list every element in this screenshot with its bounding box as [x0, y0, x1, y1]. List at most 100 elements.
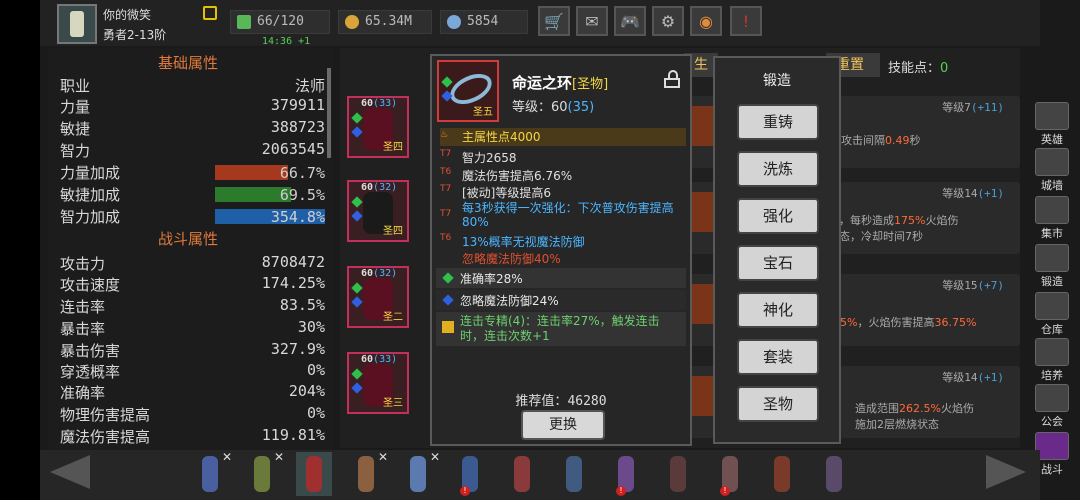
- hero-portrait[interactable]: !: [608, 452, 644, 496]
- mail-button[interactable]: ✉: [576, 6, 608, 36]
- equip-tag: 圣四: [383, 226, 403, 237]
- nav-label: 集市: [1041, 227, 1063, 240]
- replace-button[interactable]: 更换: [521, 410, 605, 440]
- forge-title: 锻造: [763, 73, 791, 89]
- stat-label: 智力加成: [60, 208, 121, 226]
- nav-train[interactable]: 培养: [1024, 338, 1080, 382]
- skill-level-value: 等级15: [942, 279, 978, 292]
- hero-portrait[interactable]: [816, 452, 852, 496]
- event-icon: !: [742, 11, 750, 31]
- gamepad-icon: 🎮: [620, 11, 640, 31]
- edit-name-icon[interactable]: [203, 6, 217, 20]
- equip-tag: 圣三: [383, 398, 403, 409]
- hero-portrait[interactable]: ✕: [348, 450, 388, 496]
- stat-label: 智力: [60, 142, 91, 160]
- skill-desc-highlight: 5%: [840, 316, 858, 329]
- player-name: 你的微笑: [103, 8, 152, 22]
- wheel-button[interactable]: ◉: [690, 6, 722, 36]
- stat-value: 204%: [288, 382, 325, 400]
- blue-gem-icon: [351, 296, 363, 308]
- equipment-slot[interactable]: 60(33) 圣三: [347, 352, 409, 414]
- set-bonus: 连击专精(4)：连击率27%，触发连击时，连击次数+1: [436, 312, 686, 346]
- hero-portrait[interactable]: ✕: [400, 450, 440, 496]
- nav-label: 英雄: [1041, 133, 1063, 146]
- energy-box: 66/120: [230, 10, 330, 34]
- enhance-button[interactable]: 强化: [737, 198, 819, 234]
- stat-row: 穿透概率 0%: [60, 361, 325, 383]
- alert-icon: !: [616, 486, 626, 496]
- skill-desc-highlight: 175%: [894, 214, 926, 227]
- stat-value: 174.25%: [261, 274, 325, 292]
- hero-figure: [202, 456, 218, 492]
- relic-button[interactable]: 圣物: [737, 386, 819, 422]
- stat-row: 智力 2063545: [60, 140, 325, 162]
- settings-button[interactable]: ⚙: [652, 6, 684, 36]
- hero-portrait[interactable]: [296, 452, 332, 496]
- equipment-slot[interactable]: 60(32) 圣四: [347, 180, 409, 242]
- recommend-value: 推荐值：46280: [432, 390, 690, 409]
- nav-market[interactable]: 集市: [1024, 196, 1080, 240]
- stat-value: 83.5%: [279, 296, 325, 314]
- stat-row: 魔法伤害提高 119.81%: [60, 426, 325, 448]
- stat-value: 0%: [306, 404, 325, 422]
- equipment-slot[interactable]: 60(33) 圣四: [347, 96, 409, 158]
- stat-label: 力量: [60, 98, 91, 116]
- skill-desc: 秒，每秒造成175%火焰伤: [828, 212, 958, 228]
- hero-portrait[interactable]: [764, 452, 800, 496]
- gem1-text: 准确率28%: [460, 272, 523, 286]
- main-attr-text: 主属性点4000: [462, 130, 541, 144]
- stat-label: 力量加成: [60, 164, 121, 182]
- skill-level-value: 等级7: [942, 101, 971, 114]
- stat-row: 攻击速度 174.25%: [60, 274, 325, 296]
- gem2-text: 忽略魔法防御24%: [460, 294, 559, 308]
- energy-value: 66/120: [257, 14, 304, 29]
- nav-forge[interactable]: 锻造: [1024, 244, 1080, 288]
- nav-label: 公会: [1041, 415, 1063, 428]
- nav-label: 锻造: [1041, 275, 1063, 288]
- nav-warehouse[interactable]: 仓库: [1024, 292, 1080, 336]
- wash-button[interactable]: 洗炼: [737, 151, 819, 187]
- reforge-button[interactable]: 重铸: [737, 104, 819, 140]
- hero-portrait[interactable]: !: [452, 452, 488, 496]
- nav-hero[interactable]: 英雄: [1024, 102, 1080, 146]
- stat-row: 敏捷 388723: [60, 118, 325, 140]
- equipment-slot[interactable]: 60(32) 圣二: [347, 266, 409, 328]
- stat-row: 力量 379911: [60, 96, 325, 118]
- hero-portrait[interactable]: [504, 452, 540, 496]
- hero-figure: [826, 456, 842, 492]
- gem-button[interactable]: 宝石: [737, 245, 819, 281]
- gem-value: 5854: [467, 14, 499, 29]
- player-avatar[interactable]: [57, 4, 97, 44]
- stat-row: 连击率 83.5%: [60, 296, 325, 318]
- stat-bar-row: 智力加成 354.8%: [60, 206, 325, 228]
- set-button[interactable]: 套装: [737, 339, 819, 375]
- deify-button[interactable]: 神化: [737, 292, 819, 328]
- gamepad-button[interactable]: 🎮: [614, 6, 646, 36]
- event-button[interactable]: !: [730, 6, 762, 36]
- stats-scrollbar[interactable]: [327, 68, 331, 158]
- skill-level-value: 等级14: [942, 187, 978, 200]
- forge-panel: 锻造 重铸 洗炼 强化 宝石 神化 套装 圣物: [713, 56, 841, 444]
- hero-portrait[interactable]: [556, 452, 592, 496]
- affix-text: 忽略魔法防御40%: [462, 252, 561, 266]
- hero-portrait[interactable]: ✕: [192, 450, 232, 496]
- nav-wall[interactable]: 城墙: [1024, 148, 1080, 192]
- shop-button[interactable]: 🛒: [538, 6, 570, 36]
- hero-figure: [254, 456, 270, 492]
- affix-text: 魔法伤害提高6.76%: [462, 169, 573, 183]
- swords-icon: ✕: [377, 450, 388, 464]
- skill-points-value: 0: [940, 61, 949, 76]
- hero-portrait[interactable]: !: [712, 452, 748, 496]
- blue-gem-icon: [351, 126, 363, 138]
- anvil-icon: [1035, 244, 1069, 272]
- lock-body: [664, 78, 680, 88]
- skill-desc: 5%，火焰伤害提高36.75%: [840, 314, 976, 330]
- hero-portrait[interactable]: [660, 452, 696, 496]
- gold-box: 65.34M: [338, 10, 432, 34]
- nav-guild[interactable]: 公会: [1024, 384, 1080, 428]
- intellect-bonus-bar: 354.8%: [215, 208, 325, 226]
- unlock-icon[interactable]: [664, 70, 680, 88]
- hero-portrait[interactable]: ✕: [244, 450, 284, 496]
- stat-value: 354.8%: [270, 208, 325, 226]
- gold-coin-icon: [345, 15, 359, 29]
